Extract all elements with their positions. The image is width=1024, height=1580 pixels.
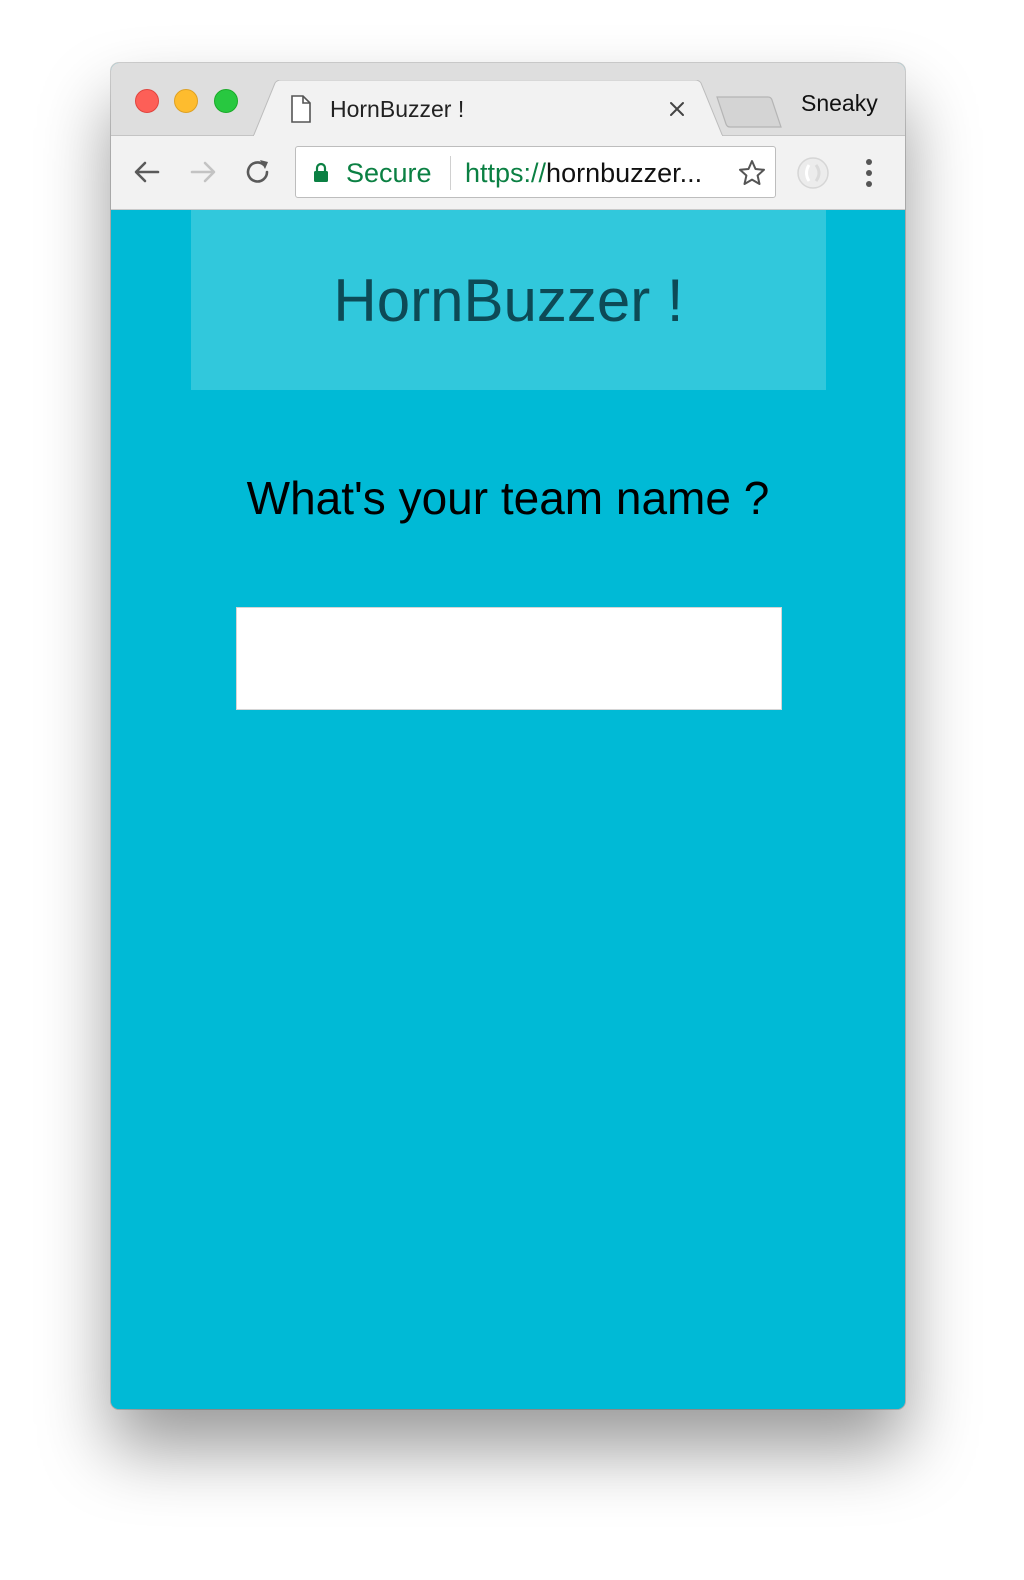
reload-icon[interactable] bbox=[243, 157, 273, 187]
back-arrow-icon[interactable] bbox=[132, 157, 162, 187]
team-name-input[interactable] bbox=[236, 607, 782, 710]
profile-name[interactable]: Sneaky bbox=[801, 89, 878, 117]
extension-icon[interactable] bbox=[796, 156, 830, 190]
url-host: hornbuzzer... bbox=[546, 158, 703, 188]
page-content: HornBuzzer ! What's your team name ? bbox=[111, 210, 905, 1409]
window-minimize-button[interactable] bbox=[174, 89, 198, 113]
address-bar-divider bbox=[450, 156, 451, 190]
document-icon bbox=[291, 95, 311, 123]
url-scheme: https:// bbox=[465, 158, 547, 188]
forward-arrow-icon[interactable] bbox=[188, 157, 218, 187]
team-name-question: What's your team name ? bbox=[246, 472, 770, 524]
window-maximize-button[interactable] bbox=[214, 89, 238, 113]
new-tab-button[interactable] bbox=[716, 96, 782, 128]
tab-close-icon[interactable] bbox=[665, 97, 689, 121]
browser-window: HornBuzzer ! Sneaky Secure https://hornb… bbox=[111, 63, 905, 1409]
app-header: HornBuzzer ! bbox=[191, 210, 826, 390]
window-close-button[interactable] bbox=[135, 89, 159, 113]
lock-icon bbox=[314, 162, 328, 182]
kebab-menu-icon[interactable] bbox=[861, 156, 877, 190]
active-tab[interactable]: HornBuzzer ! bbox=[253, 80, 723, 137]
tab-shape bbox=[253, 80, 723, 137]
browser-toolbar: Secure https://hornbuzzer... bbox=[111, 136, 905, 210]
url-text[interactable]: https://hornbuzzer... bbox=[465, 158, 725, 188]
security-label: Secure bbox=[346, 158, 432, 188]
bookmark-star-icon[interactable] bbox=[737, 158, 767, 188]
app-title: HornBuzzer ! bbox=[333, 267, 684, 334]
address-bar[interactable]: Secure https://hornbuzzer... bbox=[295, 146, 776, 198]
tab-strip: HornBuzzer ! Sneaky bbox=[111, 63, 905, 137]
tab-title: HornBuzzer ! bbox=[330, 96, 465, 122]
